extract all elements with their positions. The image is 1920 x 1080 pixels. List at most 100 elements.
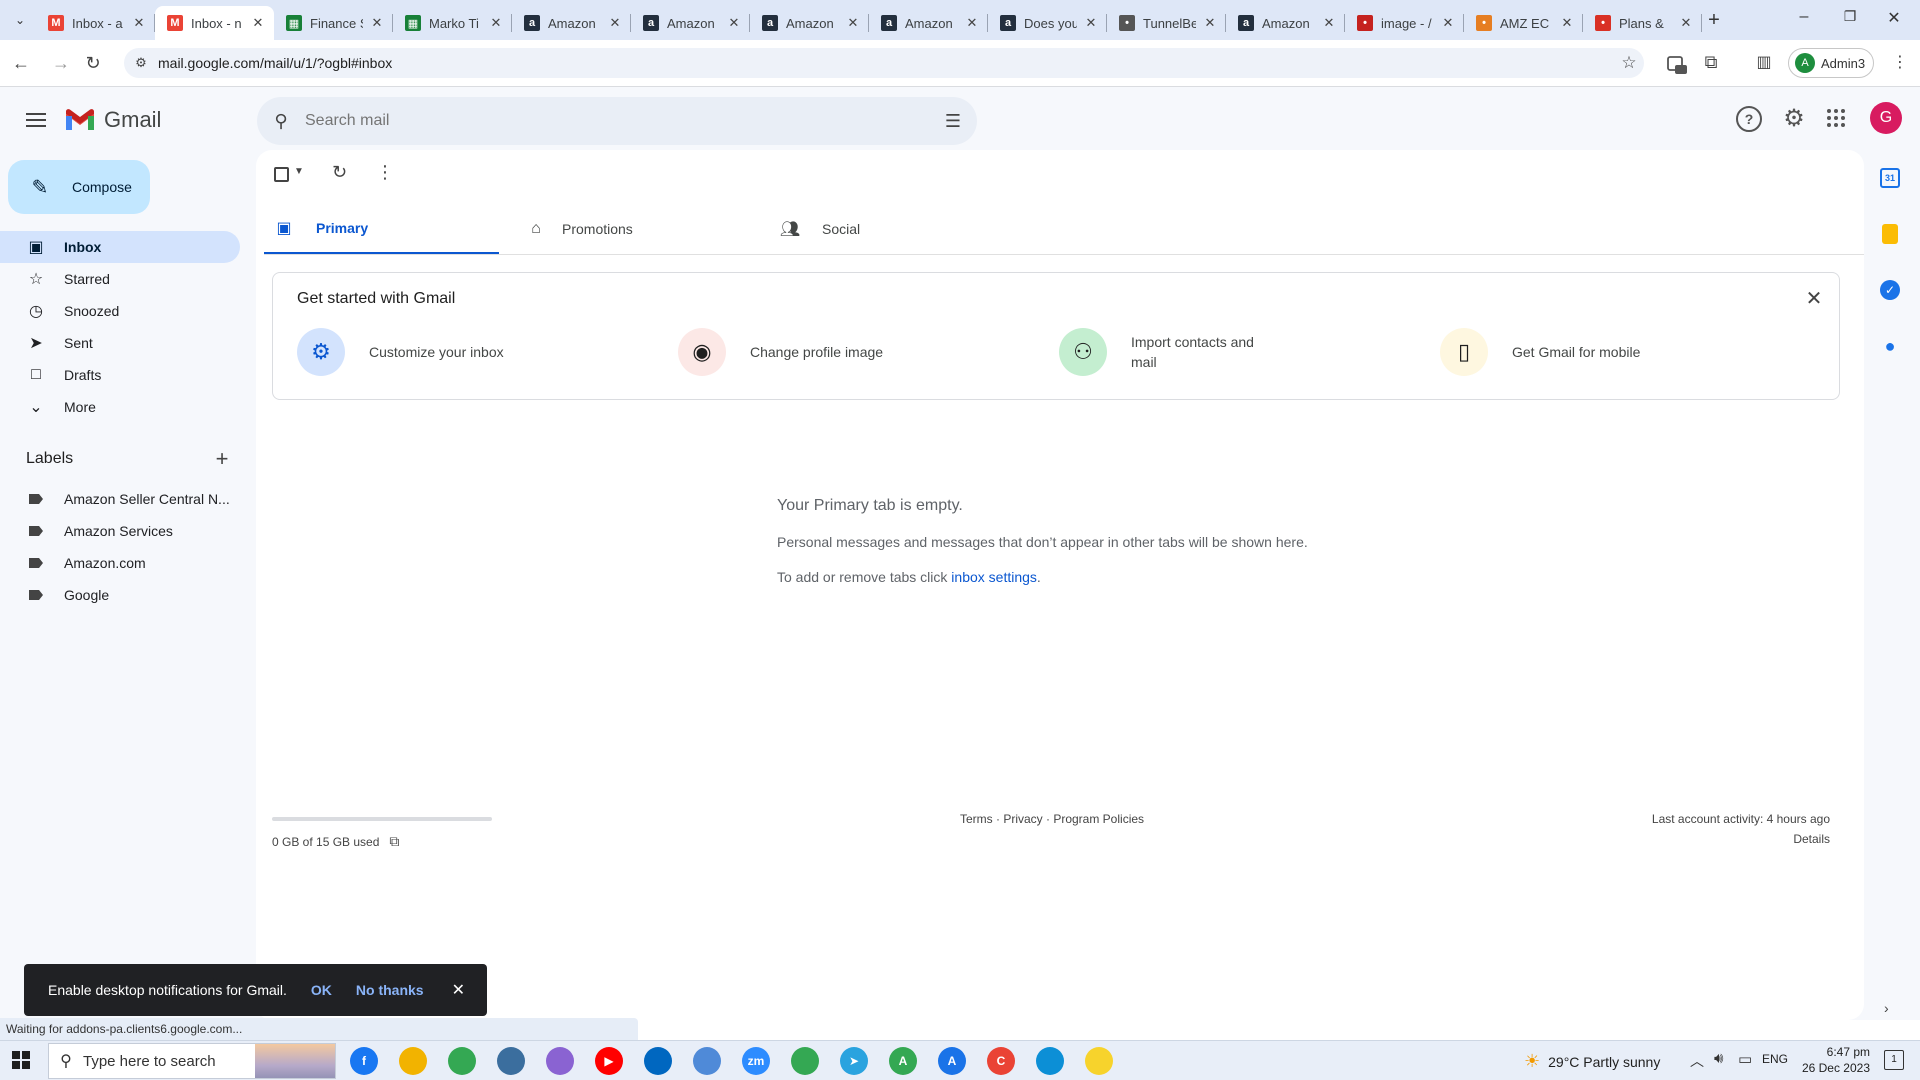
clock[interactable]: 6:47 pm 26 Dec 2023 xyxy=(1800,1044,1870,1076)
get-started-tile[interactable]: ▯ Get Gmail for mobile xyxy=(1440,328,1652,376)
close-tab-icon[interactable]: ✕ xyxy=(1440,15,1456,31)
expand-panel-icon[interactable]: › xyxy=(1884,1000,1889,1016)
contacts-icon[interactable]: ● xyxy=(1880,336,1900,356)
more-options-icon[interactable]: ⋮ xyxy=(376,162,394,183)
youtube-icon[interactable]: ▶ xyxy=(595,1047,623,1075)
browser-tab[interactable]: a Amazon ✕ xyxy=(869,6,988,40)
forward-icon[interactable]: → xyxy=(48,50,74,76)
tasks-icon[interactable]: ✓ xyxy=(1880,280,1900,300)
snackbar-no-thanks-button[interactable]: No thanks xyxy=(356,982,424,998)
close-tab-icon[interactable]: ✕ xyxy=(1321,15,1337,31)
search-options-icon[interactable]: ☰ xyxy=(929,111,977,132)
close-card-icon[interactable]: ✕ xyxy=(1802,286,1826,310)
extensions-puzzle-icon[interactable]: ⧉ xyxy=(1698,52,1724,76)
chrome-profile-a-icon[interactable]: A xyxy=(889,1047,917,1075)
sidebar-item-snoozed[interactable]: ◷ Snoozed xyxy=(0,295,240,327)
side-panel-icon[interactable]: ▥ xyxy=(1752,52,1776,76)
search-icon[interactable]: ⚲ xyxy=(257,111,305,132)
close-tab-icon[interactable]: ✕ xyxy=(964,15,980,31)
store-icon[interactable] xyxy=(644,1047,672,1075)
file-explorer-icon[interactable] xyxy=(399,1047,427,1075)
apps-grid-icon[interactable] xyxy=(1826,108,1850,132)
snackbar-close-icon[interactable]: ✕ xyxy=(452,980,465,1000)
restore-button[interactable]: ❐ xyxy=(1836,8,1864,32)
footer-links[interactable]: Terms · Privacy · Program Policies xyxy=(960,812,1144,826)
gmail-logo[interactable]: Gmail xyxy=(64,105,161,135)
browser-tab[interactable]: a Amazon ✕ xyxy=(750,6,869,40)
browser-tab[interactable]: a Does you ✕ xyxy=(988,6,1107,40)
chrome-profile-c-icon[interactable]: C xyxy=(987,1047,1015,1075)
copilot-icon[interactable] xyxy=(546,1047,574,1075)
browser-tab[interactable]: ▦ Finance S ✕ xyxy=(274,6,393,40)
tray-chevron-icon[interactable]: ︿ xyxy=(1690,1051,1704,1071)
browser-tab[interactable]: M Inbox - n ✕ xyxy=(155,6,274,40)
storage-usage[interactable]: 0 GB of 15 GB used ⧉ xyxy=(272,833,399,850)
browser-tab[interactable]: M Inbox - a ✕ xyxy=(36,6,155,40)
search-bar[interactable]: ⚲ ☰ xyxy=(257,97,977,145)
telegram-icon[interactable]: ➤ xyxy=(840,1047,868,1075)
snackbar-ok-button[interactable]: OK xyxy=(311,982,332,998)
weather-widget[interactable]: ☀ 29°C Partly sunny xyxy=(1524,1051,1660,1072)
site-info-icon[interactable]: ⚙ xyxy=(124,55,158,71)
sidebar-item-starred[interactable]: ☆ Starred xyxy=(0,263,240,295)
label-item[interactable]: Amazon Services xyxy=(0,515,240,547)
browser-tab[interactable]: • Plans & ✕ xyxy=(1583,6,1702,40)
browser-menu-icon[interactable]: ⋮ xyxy=(1892,52,1908,76)
refresh-icon[interactable]: ↻ xyxy=(332,162,347,183)
keep-icon[interactable] xyxy=(1882,224,1898,244)
minimize-button[interactable]: – xyxy=(1790,8,1818,32)
browser-tab[interactable]: a Amazon ✕ xyxy=(512,6,631,40)
windows-start-icon[interactable] xyxy=(12,1051,32,1071)
get-started-tile[interactable]: ◉ Change profile image xyxy=(678,328,890,376)
browser-tab[interactable]: • TunnelBe ✕ xyxy=(1107,6,1226,40)
edge-icon[interactable] xyxy=(1036,1047,1064,1075)
browser-tab[interactable]: • AMZ EC ✕ xyxy=(1464,6,1583,40)
url-text[interactable]: mail.google.com/mail/u/1/?ogbl#inbox xyxy=(158,55,1614,71)
snipping-tool-icon[interactable] xyxy=(693,1047,721,1075)
tab-promotions[interactable]: ⌂ Promotions xyxy=(518,203,753,255)
get-started-tile[interactable]: ⚙ Customize your inbox xyxy=(297,328,509,376)
settings-gear-icon[interactable]: ⚙ xyxy=(1780,104,1808,132)
volume-icon[interactable]: 🔊︎ xyxy=(1714,1050,1723,1067)
tab-search-button[interactable]: ⌄ xyxy=(8,8,32,32)
search-input[interactable] xyxy=(305,112,929,130)
facebook-icon[interactable]: f xyxy=(350,1047,378,1075)
reload-icon[interactable]: ↻ xyxy=(80,50,106,76)
close-tab-icon[interactable]: ✕ xyxy=(607,15,623,31)
profile-chip[interactable]: A Admin3 xyxy=(1788,48,1874,78)
zoom-icon[interactable]: zm xyxy=(742,1047,770,1075)
network-icon[interactable]: ▭ xyxy=(1738,1050,1752,1068)
get-started-tile[interactable]: ⚇ Import contacts and mail xyxy=(1059,328,1271,376)
help-icon[interactable]: ? xyxy=(1736,106,1762,132)
select-all-checkbox[interactable] xyxy=(274,167,289,182)
compose-button[interactable]: ✎ Compose xyxy=(8,160,150,214)
taskbar-search-box[interactable]: ⚲ Type here to search xyxy=(48,1043,336,1079)
chrome-profile-b-icon[interactable]: A xyxy=(938,1047,966,1075)
close-tab-icon[interactable]: ✕ xyxy=(1678,15,1694,31)
calendar-icon[interactable]: 31 xyxy=(1880,168,1900,188)
open-external-icon[interactable]: ⧉ xyxy=(389,833,399,850)
close-tab-icon[interactable]: ✕ xyxy=(845,15,861,31)
calculator-icon[interactable] xyxy=(497,1047,525,1075)
chrome-profile-icon[interactable] xyxy=(791,1047,819,1075)
address-bar[interactable]: ⚙ mail.google.com/mail/u/1/?ogbl#inbox ☆ xyxy=(124,48,1644,78)
tab-social[interactable]: 👥︎ Social xyxy=(772,203,1007,255)
close-tab-icon[interactable]: ✕ xyxy=(726,15,742,31)
main-menu-icon[interactable] xyxy=(22,106,50,134)
close-window-button[interactable]: ✕ xyxy=(1880,8,1908,32)
close-tab-icon[interactable]: ✕ xyxy=(1202,15,1218,31)
sidebar-item-sent[interactable]: ➤ Sent xyxy=(0,327,240,359)
new-tab-button[interactable]: + xyxy=(1702,8,1726,32)
back-icon[interactable]: ← xyxy=(8,50,34,76)
close-tab-icon[interactable]: ✕ xyxy=(1083,15,1099,31)
notification-center-icon[interactable]: 1 xyxy=(1884,1050,1904,1070)
select-dropdown-icon[interactable]: ▼ xyxy=(294,166,304,177)
close-tab-icon[interactable]: ✕ xyxy=(131,15,147,31)
account-avatar[interactable]: G xyxy=(1870,102,1902,134)
bookmark-star-icon[interactable]: ☆ xyxy=(1614,53,1644,73)
extension-off-icon[interactable] xyxy=(1664,52,1688,76)
details-link[interactable]: Details xyxy=(1680,832,1830,846)
browser-tab[interactable]: ▦ Marko Ti ✕ xyxy=(393,6,512,40)
sticky-notes-icon[interactable] xyxy=(1085,1047,1113,1075)
browser-tab[interactable]: a Amazon ✕ xyxy=(631,6,750,40)
